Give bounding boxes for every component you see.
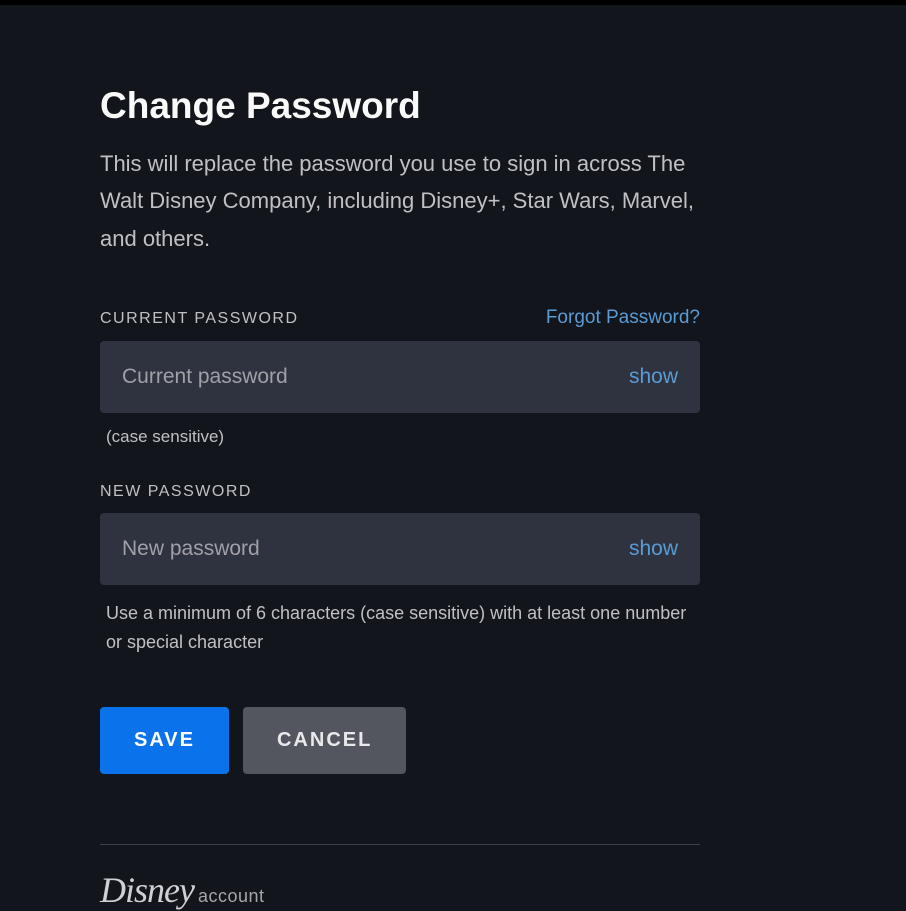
footer-logo: Disney account	[100, 869, 700, 911]
new-password-helper: Use a minimum of 6 characters (case sens…	[100, 599, 700, 657]
new-password-input-wrapper: show	[100, 513, 700, 585]
button-row: SAVE CANCEL	[100, 707, 700, 774]
current-password-input-wrapper: show	[100, 341, 700, 413]
current-password-label-row: CURRENT PASSWORD Forgot Password?	[100, 307, 700, 329]
new-password-show-toggle[interactable]: show	[629, 537, 678, 561]
page-description: This will replace the password you use t…	[100, 145, 700, 257]
cancel-button[interactable]: CANCEL	[243, 707, 406, 774]
current-password-helper: (case sensitive)	[100, 427, 700, 447]
save-button[interactable]: SAVE	[100, 707, 229, 774]
footer-divider	[100, 844, 700, 845]
new-password-label: NEW PASSWORD	[100, 483, 252, 501]
logo-brand: Disney	[100, 869, 194, 911]
logo-suffix: account	[198, 886, 265, 907]
change-password-form: Change Password This will replace the pa…	[0, 5, 800, 911]
new-password-input[interactable]	[100, 513, 700, 585]
page-title: Change Password	[100, 85, 700, 127]
forgot-password-link[interactable]: Forgot Password?	[546, 307, 700, 329]
current-password-show-toggle[interactable]: show	[629, 365, 678, 389]
new-password-label-row: NEW PASSWORD	[100, 483, 700, 501]
current-password-input[interactable]	[100, 341, 700, 413]
current-password-label: CURRENT PASSWORD	[100, 310, 299, 328]
